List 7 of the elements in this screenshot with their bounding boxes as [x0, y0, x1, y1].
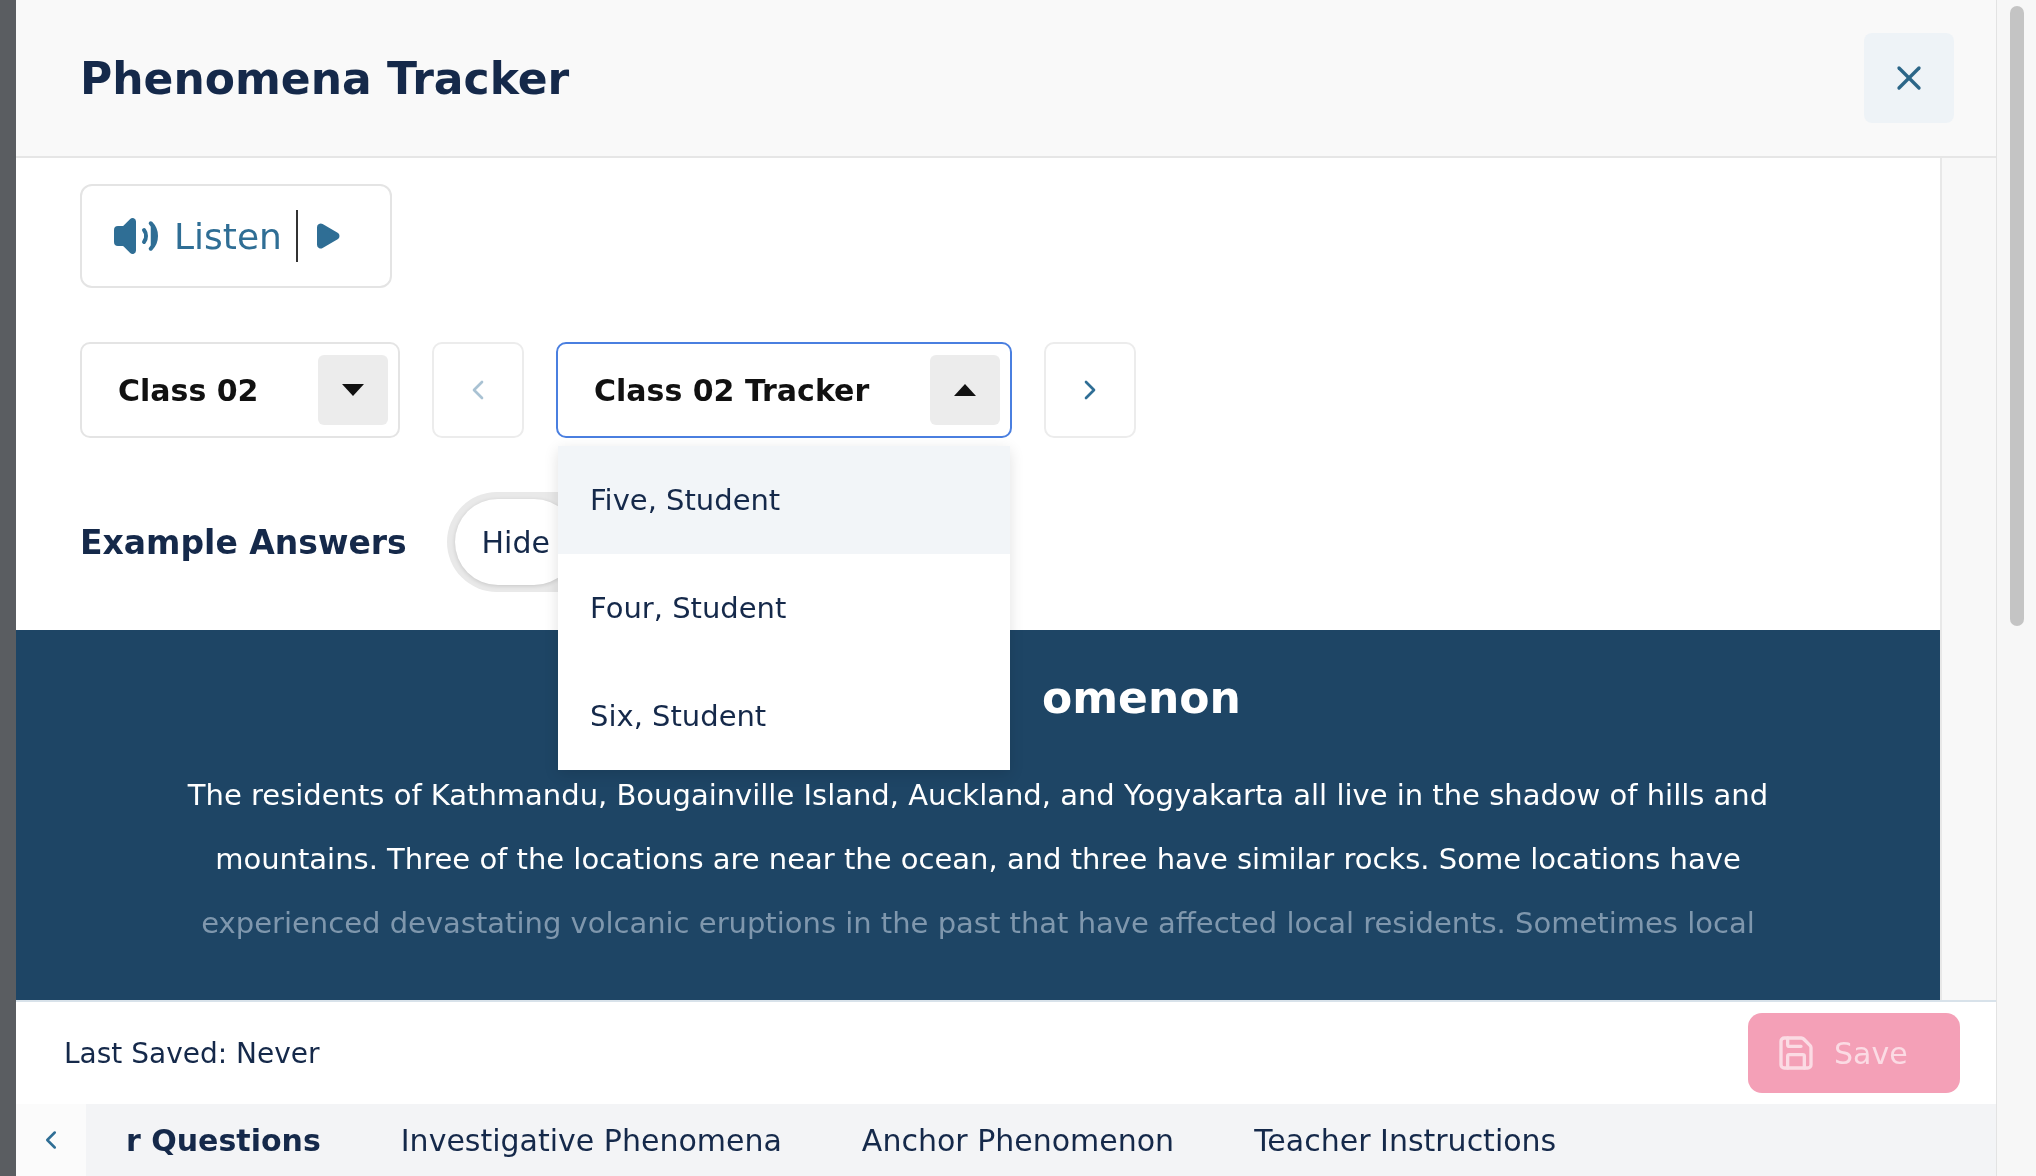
description-text: The residents of Kathmandu, Bougainville Island, Auckland, and Yogyakarta all live in the shadow of hills and	[187, 777, 1769, 814]
panel-heading: omenon	[1042, 672, 1241, 723]
description-text: mountains. Three of the locations are near the ocean, and three have similar rocks. Some locations have	[215, 841, 1741, 878]
example-answers-label: Example Answers	[80, 522, 407, 562]
last-saved-text: Last Saved: Never	[64, 1036, 320, 1070]
modal-title: Phenomena Tracker	[80, 52, 570, 104]
description-text: experienced devastating volcanic eruptions in the past that have affected local residents. Sometimes local	[201, 905, 1755, 942]
